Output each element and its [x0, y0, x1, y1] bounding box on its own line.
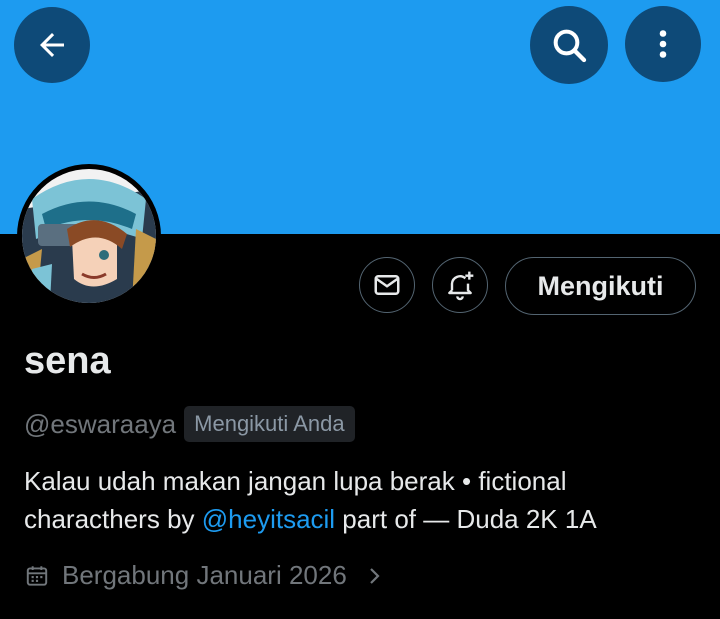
- calendar-icon: [24, 563, 50, 589]
- bio-text-end: part of — Duda 2K 1A: [335, 504, 597, 534]
- more-vertical-icon: [645, 26, 681, 62]
- search-button[interactable]: [530, 6, 608, 84]
- joined-date: Bergabung Januari 2026: [62, 560, 347, 590]
- envelope-icon: [372, 270, 402, 300]
- bio-mention-link[interactable]: @heyitsacil: [202, 504, 335, 534]
- back-button[interactable]: [14, 7, 90, 83]
- profile-handle: @eswaraaya: [24, 408, 177, 439]
- arrow-left-icon: [34, 27, 70, 63]
- search-icon: [549, 25, 589, 65]
- bell-plus-icon: [444, 269, 476, 301]
- more-options-button[interactable]: [625, 6, 701, 82]
- joined-date-row[interactable]: Bergabung Januari 2026: [24, 560, 385, 591]
- profile-name: sena: [24, 340, 111, 382]
- handle-row: @eswaraaya Mengikuti Anda: [24, 406, 355, 442]
- avatar-image: [22, 169, 156, 303]
- notifications-button[interactable]: [432, 257, 488, 313]
- chevron-right-icon: [365, 564, 385, 588]
- following-button[interactable]: Mengikuti: [505, 257, 696, 315]
- follows-you-badge: Mengikuti Anda: [184, 406, 355, 442]
- profile-bio: Kalau udah makan jangan lupa berak • fic…: [24, 462, 704, 538]
- message-button[interactable]: [359, 257, 415, 313]
- avatar[interactable]: [17, 164, 161, 308]
